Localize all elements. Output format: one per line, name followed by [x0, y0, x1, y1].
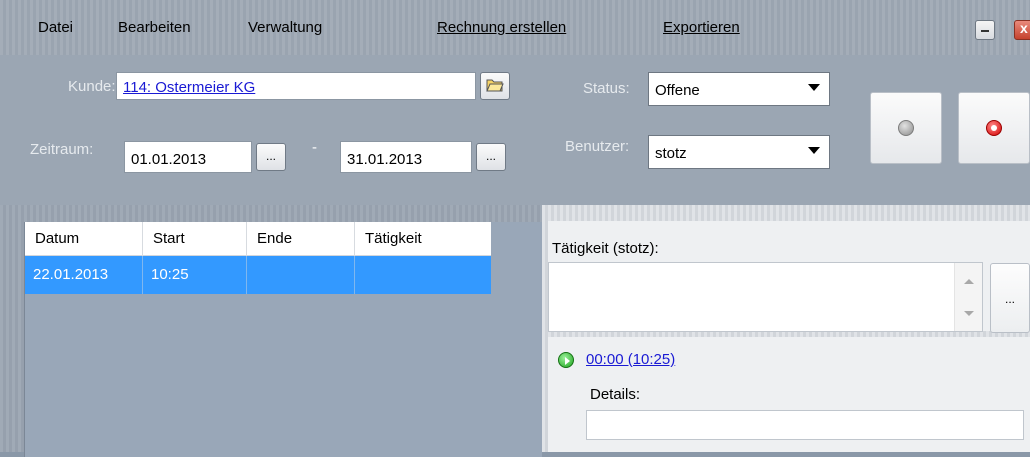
scrollbar[interactable] — [954, 263, 982, 331]
menu-verwaltung[interactable]: Verwaltung — [248, 19, 322, 36]
benutzer-value: stotz — [655, 145, 687, 162]
activity-more-button[interactable]: ... — [990, 263, 1030, 333]
status-value: Offene — [655, 82, 700, 99]
date-to-picker-button[interactable]: ... — [476, 143, 506, 171]
benutzer-select[interactable]: stotz — [648, 135, 830, 169]
entries-pane: Datum Start Ende Tätigkeit 22.01.2013 10… — [0, 205, 542, 457]
column-header-taetigkeit[interactable]: Tätigkeit — [355, 222, 491, 256]
activity-section: Tätigkeit (stotz): ... — [548, 221, 1030, 333]
menu-rechnung-erstellen[interactable]: Rechnung erstellen — [437, 19, 566, 36]
activity-label: Tätigkeit (stotz): — [552, 240, 659, 257]
detail-pane: Tätigkeit (stotz): ... 00:00 (10:25) Det… — [542, 205, 1030, 452]
record-stop-icon — [986, 120, 1002, 136]
kunde-field[interactable]: 114: Ostermeier KG — [116, 72, 476, 100]
details-label: Details: — [590, 386, 641, 403]
cell-datum: 22.01.2013 — [25, 256, 143, 294]
time-link[interactable]: 00:00 (10:25) — [586, 351, 675, 368]
close-button[interactable] — [1014, 20, 1030, 40]
menu-datei[interactable]: Datei — [38, 19, 73, 36]
minimize-button[interactable] — [975, 20, 995, 40]
menu-exportieren[interactable]: Exportieren — [663, 19, 740, 36]
pause-timer-button[interactable] — [870, 92, 942, 164]
folder-open-icon — [486, 79, 504, 92]
chevron-down-icon — [808, 84, 820, 91]
time-section: 00:00 (10:25) Details: — [548, 337, 1030, 452]
cell-ende — [247, 256, 355, 294]
entries-grid: Datum Start Ende Tätigkeit 22.01.2013 10… — [24, 222, 542, 457]
details-field[interactable] — [586, 410, 1024, 440]
scroll-down-icon[interactable] — [964, 311, 974, 316]
status-label: Status: — [583, 80, 630, 97]
kunde-link[interactable]: 114: Ostermeier KG — [123, 79, 255, 96]
open-folder-button[interactable] — [480, 72, 510, 100]
chevron-down-icon — [808, 147, 820, 154]
cell-taetigkeit — [355, 256, 491, 294]
play-icon[interactable] — [558, 352, 574, 368]
menu-bearbeiten[interactable]: Bearbeiten — [118, 19, 191, 36]
zeitraum-label: Zeitraum: — [30, 141, 94, 158]
date-to-field[interactable]: 31.01.2013 — [340, 141, 472, 173]
grid-header: Datum Start Ende Tätigkeit — [25, 222, 491, 256]
filter-panel: Kunde: 114: Ostermeier KG Zeitraum: 01.0… — [0, 55, 1030, 205]
column-header-start[interactable]: Start — [143, 222, 247, 256]
kunde-label: Kunde: — [68, 78, 116, 95]
date-separator: - — [312, 139, 317, 156]
benutzer-label: Benutzer: — [565, 138, 630, 155]
column-header-ende[interactable]: Ende — [247, 222, 355, 256]
activity-textarea[interactable] — [548, 262, 983, 332]
column-header-datum[interactable]: Datum — [25, 222, 143, 256]
date-from-field[interactable]: 01.01.2013 — [124, 141, 252, 173]
pause-icon — [898, 120, 914, 136]
cell-start: 10:25 — [143, 256, 247, 294]
menu-bar: Datei Bearbeiten Verwaltung Rechnung ers… — [0, 0, 1030, 55]
stop-recording-button[interactable] — [958, 92, 1030, 164]
scroll-up-icon[interactable] — [964, 279, 974, 284]
date-from-picker-button[interactable]: ... — [256, 143, 286, 171]
table-row[interactable]: 22.01.2013 10:25 — [25, 256, 491, 294]
status-select[interactable]: Offene — [648, 72, 830, 106]
